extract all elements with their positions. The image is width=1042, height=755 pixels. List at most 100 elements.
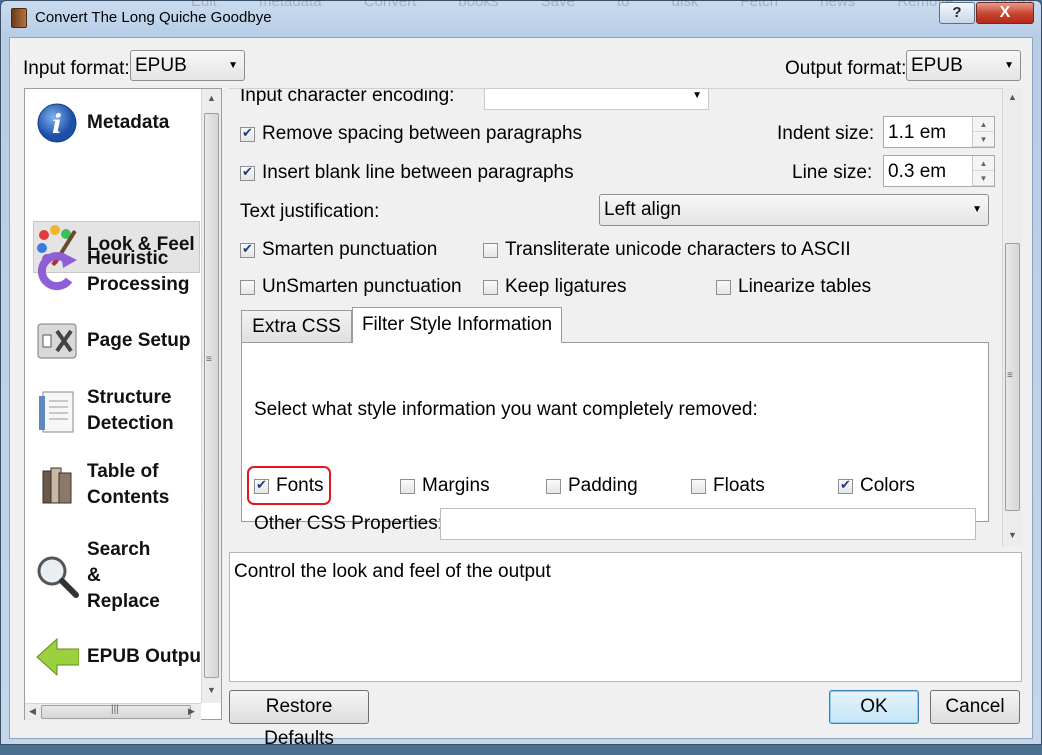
line-size-label: Line size: (792, 162, 873, 183)
tab-filter-style[interactable]: Filter Style Information (352, 307, 562, 343)
colors-label: Colors (860, 475, 915, 496)
other-css-label: Other CSS Properties: (254, 513, 444, 534)
floats-checkbox[interactable] (691, 478, 706, 494)
grip-icon: ||| (111, 704, 119, 715)
linearize-tables-label: Linearize tables (738, 276, 872, 297)
sidebar-item-toc[interactable]: Table of Contents (35, 459, 200, 511)
colors-option[interactable]: Colors (838, 475, 915, 497)
input-format-select[interactable]: EPUB ▼ (130, 50, 245, 81)
output-format-select[interactable]: EPUB ▼ (906, 50, 1021, 81)
spin-up-icon[interactable]: ▲ (973, 117, 994, 132)
smarten-label: Smarten punctuation (262, 239, 438, 260)
input-format-label: Input format: (23, 58, 130, 79)
magnifier-icon (35, 554, 79, 598)
encoding-select[interactable]: ▼ (484, 89, 709, 110)
floats-label: Floats (713, 475, 765, 496)
ok-button[interactable]: OK (829, 690, 919, 724)
scroll-left-icon[interactable]: ◀ (29, 706, 36, 717)
svg-text:i: i (52, 110, 62, 140)
justification-select[interactable]: Left align ▼ (599, 194, 989, 226)
scroll-down-icon[interactable]: ▼ (207, 685, 216, 695)
smarten-checkbox[interactable] (240, 241, 255, 258)
fonts-option[interactable]: Fonts (254, 475, 324, 497)
grip-icon: ≡ (1007, 370, 1013, 381)
close-button[interactable]: X (976, 2, 1034, 24)
scroll-down-icon[interactable]: ▼ (1008, 530, 1017, 540)
info-icon: i (35, 101, 79, 145)
scroll-up-icon[interactable]: ▲ (207, 93, 216, 103)
sidebar-item-heuristic[interactable]: Heuristic Processing (35, 246, 200, 298)
output-format-label: Output format: (785, 58, 907, 79)
fonts-checkbox[interactable] (254, 477, 269, 494)
sidebar-vertical-scrollbar[interactable]: ▲ ≡ ▼ (201, 89, 221, 703)
sidebar-horizontal-scrollbar[interactable]: ◀ ||| ▶ (25, 703, 201, 720)
cancel-button[interactable]: Cancel (930, 690, 1020, 724)
tab-extra-css[interactable]: Extra CSS (241, 310, 352, 342)
dialog-body: Input format: EPUB ▼ Output format: EPUB… (9, 37, 1033, 749)
sidebar-item-search-replace[interactable]: Search & Replace (35, 537, 200, 615)
unsmarten-checkbox[interactable] (240, 279, 255, 295)
heuristic-arrow-icon (35, 250, 79, 294)
help-text: Control the look and feel of the output (234, 561, 551, 582)
help-button[interactable]: ? (939, 2, 975, 24)
sidebar-item-label: Metadata (87, 112, 170, 133)
padding-label: Padding (568, 475, 638, 496)
restore-defaults-button[interactable]: Restore Defaults (229, 690, 369, 749)
content-vertical-scrollbar[interactable]: ▲ ≡ ▼ (1002, 88, 1022, 546)
transliterate-label: Transliterate unicode characters to ASCI… (505, 239, 851, 260)
remove-spacing-option[interactable]: Remove spacing between paragraphs (240, 123, 582, 145)
sidebar-scroll-thumb[interactable] (204, 113, 219, 678)
sidebar-item-metadata[interactable]: i Metadata (35, 101, 200, 145)
book-icon (11, 8, 27, 28)
sidebar-item-label: Table of Contents (87, 461, 170, 508)
margins-checkbox[interactable] (400, 478, 415, 494)
scroll-right-icon[interactable]: ▶ (188, 706, 195, 717)
chevron-down-icon: ▼ (228, 60, 238, 71)
margins-option[interactable]: Margins (400, 475, 490, 497)
floats-option[interactable]: Floats (691, 475, 765, 497)
page-setup-icon (35, 319, 79, 363)
window-title: Convert The Long Quiche Goodbye (35, 9, 272, 26)
linearize-tables-option[interactable]: Linearize tables (716, 276, 871, 298)
other-css-input[interactable] (440, 508, 976, 540)
keep-ligatures-checkbox[interactable] (483, 279, 498, 295)
help-description-box: Control the look and feel of the output (229, 552, 1022, 682)
margins-label: Margins (422, 475, 490, 496)
filter-style-panel: Select what style information you want c… (241, 342, 989, 540)
sidebar-item-page-setup[interactable]: Page Setup (35, 319, 200, 363)
chevron-down-icon: ▼ (692, 90, 702, 101)
sidebar-item-epub-output[interactable]: EPUB Output (35, 635, 225, 679)
sidebar-item-label: Structure Detection (87, 387, 174, 434)
padding-option[interactable]: Padding (546, 475, 638, 497)
spin-up-icon[interactable]: ▲ (973, 156, 994, 171)
sidebar-item-structure[interactable]: Structure Detection (35, 385, 200, 437)
chevron-down-icon: ▼ (1004, 60, 1014, 71)
sidebar: i Metadata Look & Feel Heuristic Process… (24, 88, 222, 720)
indent-size-spinner[interactable]: 1.1 em ▲ ▼ (883, 116, 995, 148)
sidebar-item-label: Page Setup (87, 330, 191, 351)
insert-blank-option[interactable]: Insert blank line between paragraphs (240, 162, 574, 184)
green-arrow-icon (35, 635, 80, 679)
insert-blank-checkbox[interactable] (240, 164, 255, 181)
smarten-option[interactable]: Smarten punctuation (240, 239, 437, 261)
remove-spacing-checkbox[interactable] (240, 125, 255, 142)
keep-ligatures-option[interactable]: Keep ligatures (483, 276, 626, 298)
transliterate-option[interactable]: Transliterate unicode characters to ASCI… (483, 239, 851, 261)
convert-dialog: Convert The Long Quiche Goodbye Edit met… (0, 0, 1042, 749)
colors-checkbox[interactable] (838, 477, 853, 494)
unsmarten-option[interactable]: UnSmarten punctuation (240, 276, 462, 298)
books-icon (35, 463, 79, 507)
scroll-up-icon[interactable]: ▲ (1008, 92, 1017, 102)
indent-size-label: Indent size: (777, 123, 875, 144)
indent-size-value: 1.1 em (888, 122, 947, 143)
remove-spacing-label: Remove spacing between paragraphs (262, 123, 583, 144)
spin-down-icon[interactable]: ▼ (973, 132, 994, 147)
padding-checkbox[interactable] (546, 478, 561, 494)
transliterate-checkbox[interactable] (483, 242, 498, 258)
sidebar-item-label: EPUB Output (87, 646, 208, 667)
spin-down-icon[interactable]: ▼ (973, 171, 994, 186)
line-size-spinner[interactable]: 0.3 em ▲ ▼ (883, 155, 995, 187)
chevron-down-icon: ▼ (972, 204, 982, 215)
output-format-value: EPUB (911, 55, 963, 76)
linearize-tables-checkbox[interactable] (716, 279, 731, 295)
